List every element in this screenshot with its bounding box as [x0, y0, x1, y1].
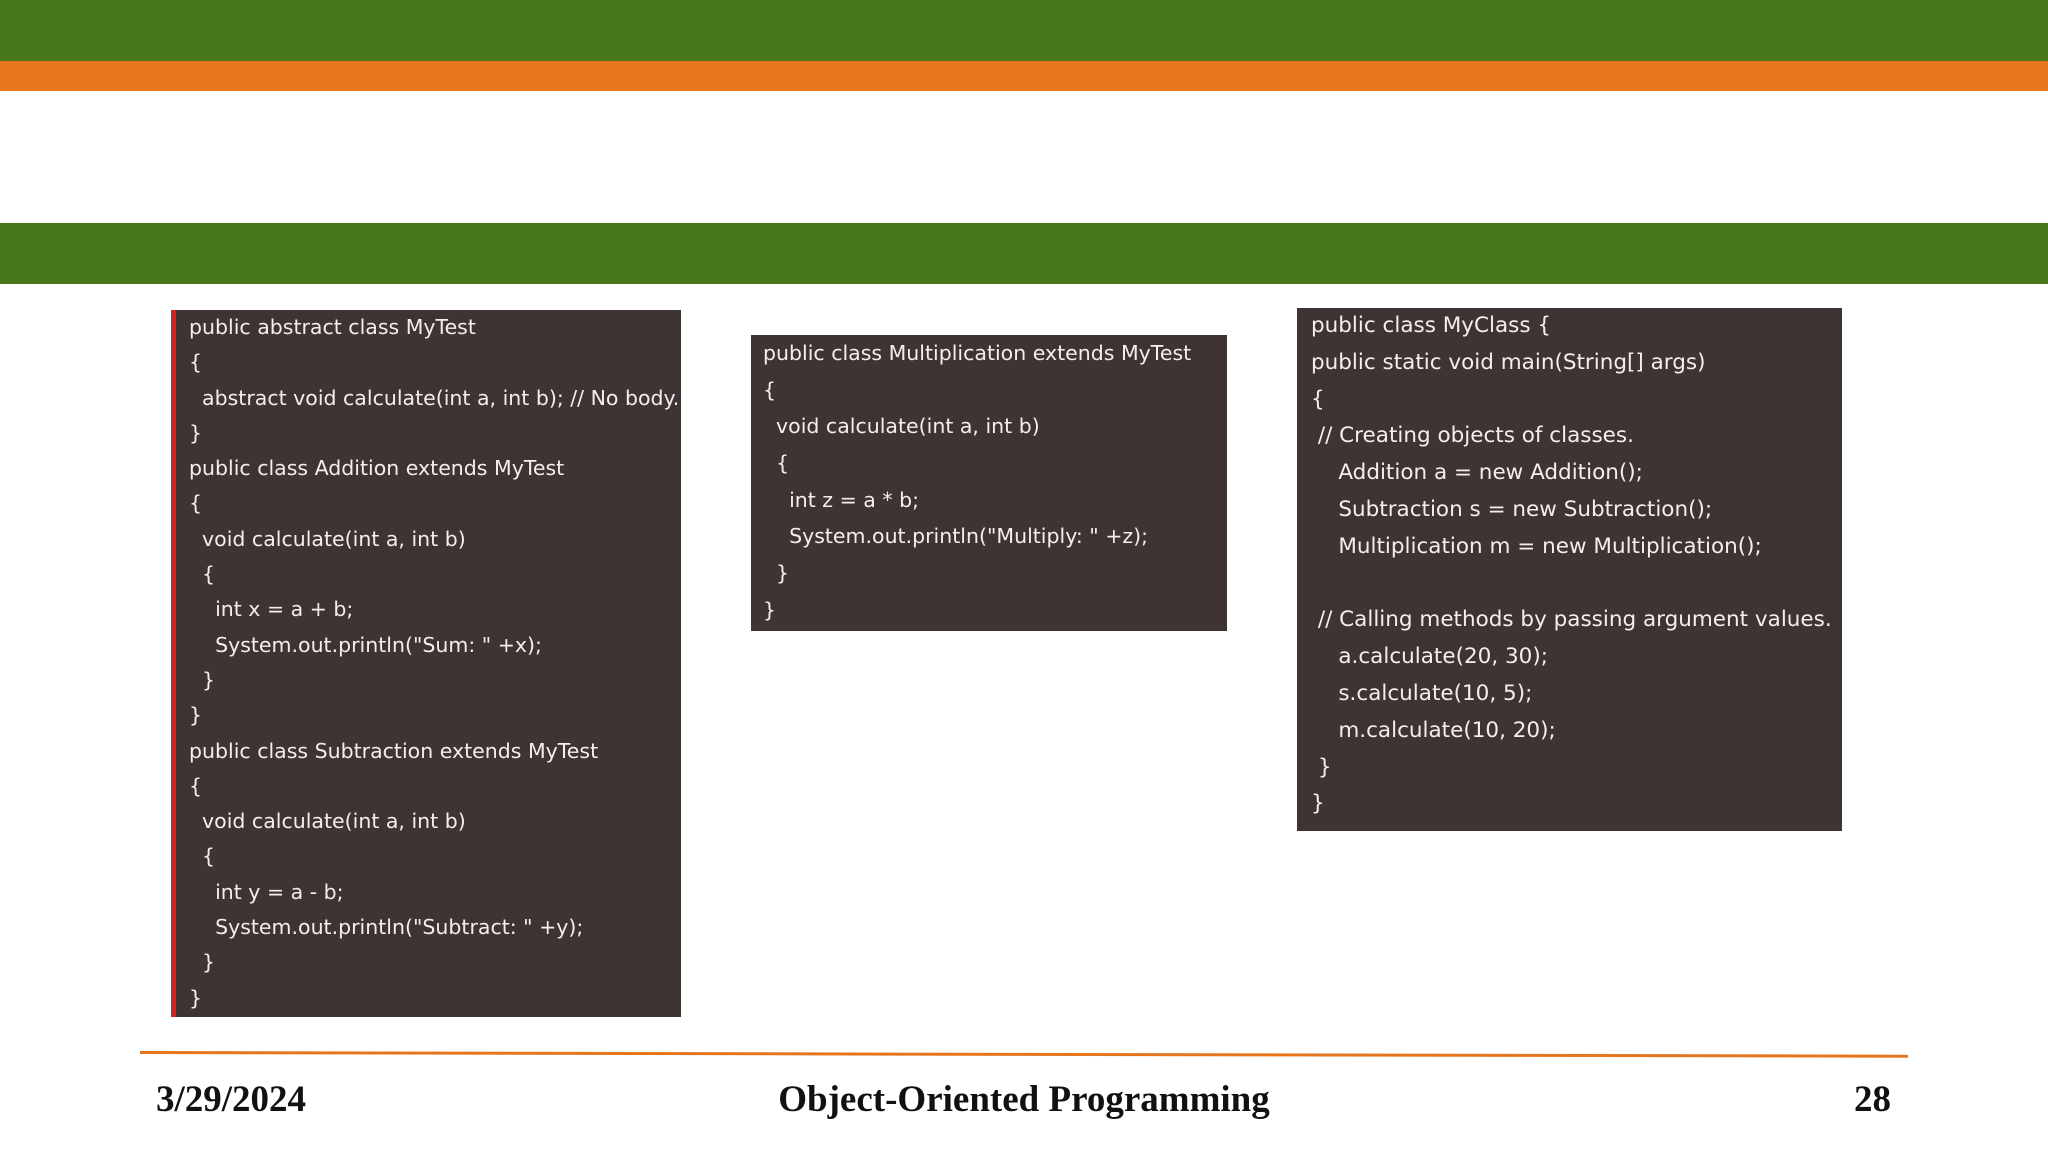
code-line: Addition a = new Addition(); [1311, 460, 1643, 486]
code-line: Subtraction s = new Subtraction(); [1311, 496, 1713, 522]
code-lines: public class MyClass { public static void… [1311, 308, 1842, 823]
header-green-band [0, 0, 2048, 61]
footer-divider [139, 1051, 1908, 1058]
code-line: int z = a * b; [763, 487, 920, 512]
code-lines: public class Multiplication extends MyTe… [763, 335, 1227, 629]
code-line: } [763, 561, 790, 586]
code-line: // Calling methods by passing argument v… [1311, 607, 1832, 633]
code-line: public class MyClass { [1311, 313, 1552, 338]
code-line: a.calculate(20, 30); [1311, 644, 1548, 670]
code-line: { [189, 773, 203, 798]
code-block-abstract-classes: public abstract class MyTest { abstract v… [171, 310, 681, 1017]
code-line: } [189, 950, 216, 975]
code-line: System.out.println("Multiply: " +z); [763, 524, 1149, 549]
code-line: { [1311, 386, 1325, 412]
code-block-multiplication-class: public class Multiplication extends MyTe… [751, 335, 1227, 631]
code-line: } [189, 667, 216, 692]
code-line: { [763, 451, 790, 476]
code-line: int y = a - b; [189, 879, 344, 904]
footer-title: Object-Oriented Programming [778, 1079, 1270, 1120]
code-line: } [189, 703, 203, 728]
slide: public abstract class MyTest { abstract v… [0, 0, 2048, 1152]
code-line: } [1311, 754, 1332, 780]
code-line: public static void main(String[] args) [1311, 349, 1706, 375]
code-line: { [189, 844, 216, 869]
code-line: public class Addition extends MyTest [189, 456, 565, 481]
code-block-main-class: public class MyClass { public static void… [1297, 308, 1842, 831]
code-line: void calculate(int a, int b) [189, 809, 466, 834]
title-green-band [0, 223, 2048, 284]
code-line: m.calculate(10, 20); [1311, 717, 1556, 743]
code-line: { [189, 562, 216, 587]
code-line: s.calculate(10, 5); [1311, 680, 1533, 706]
code-line: { [763, 377, 777, 402]
page-number: 28 [1854, 1079, 1891, 1120]
code-line: System.out.println("Sum: " +x); [189, 632, 542, 657]
code-line: void calculate(int a, int b) [189, 526, 466, 551]
code-line: } [189, 985, 203, 1010]
code-line: } [189, 420, 203, 445]
code-line: public class Multiplication extends MyTe… [763, 341, 1192, 365]
code-line: void calculate(int a, int b) [763, 414, 1040, 439]
code-line: System.out.println("Subtract: " +y); [189, 915, 584, 940]
code-line: abstract void calculate(int a, int b); /… [189, 385, 680, 410]
code-line: } [763, 597, 777, 622]
code-line: public abstract class MyTest [189, 315, 476, 339]
code-line: Multiplication m = new Multiplication(); [1311, 533, 1762, 559]
code-line: public class Subtraction extends MyTest [189, 738, 599, 763]
header-orange-band [0, 61, 2048, 91]
code-line: int x = a + b; [189, 597, 354, 622]
code-line: // Creating objects of classes. [1311, 423, 1634, 449]
code-line: } [1311, 791, 1325, 817]
code-lines: public abstract class MyTest { abstract v… [189, 310, 681, 1016]
code-line: { [189, 350, 203, 375]
code-line: { [189, 491, 203, 516]
